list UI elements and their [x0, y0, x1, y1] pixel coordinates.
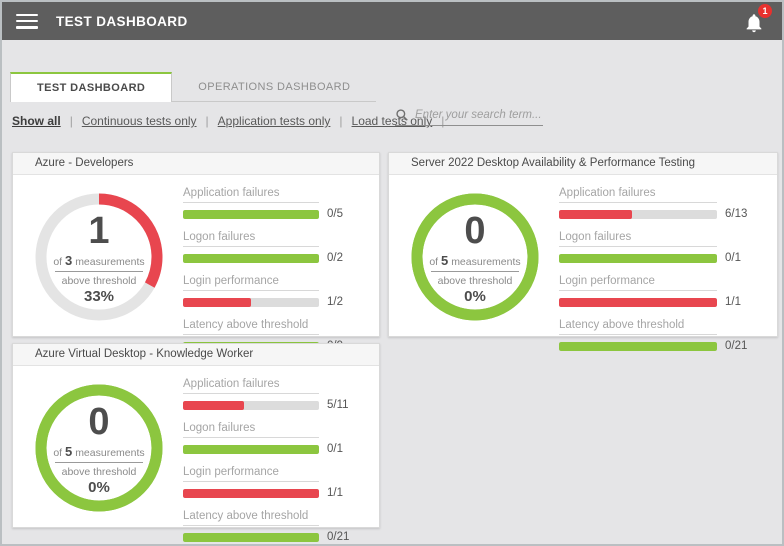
search-icon [395, 108, 409, 122]
notifications-button[interactable]: 1 [742, 8, 768, 34]
metric-bar [183, 298, 319, 307]
metric-bar [559, 298, 717, 307]
metric-application-failures: Application failures 6/13 [559, 187, 763, 220]
card-title: Azure Virtual Desktop - Knowledge Worker [13, 344, 379, 366]
metric-application-failures: Application failures 5/11 [183, 378, 365, 411]
filter-separator: | [70, 114, 73, 128]
metric-login-performance: Login performance 1/2 [183, 275, 365, 308]
card-title: Azure - Developers [13, 153, 379, 175]
divider [431, 271, 519, 272]
measurements-total-line: of 5 measurements [53, 444, 144, 459]
metrics-list: Application failures 0/5 Logon failures … [183, 185, 365, 352]
above-threshold-label: above threshold [62, 275, 137, 287]
app-window: TEST DASHBOARD 1 TEST DASHBOARD OPERATIO… [0, 0, 784, 546]
measurements-above-count: 0 [88, 403, 109, 441]
card-server-2022[interactable]: Server 2022 Desktop Availability & Perfo… [388, 152, 778, 337]
metric-bar [183, 254, 319, 263]
measurements-above-count: 1 [88, 212, 109, 250]
donut-chart: 0 of 5 measurements above threshold 0% [33, 382, 165, 514]
above-threshold-label: above threshold [62, 466, 137, 478]
card-avd-knowledge-worker[interactable]: Azure Virtual Desktop - Knowledge Worker… [12, 343, 380, 528]
hamburger-menu-icon[interactable] [16, 14, 38, 29]
above-threshold-label: above threshold [438, 275, 513, 287]
metric-latency-above-threshold: Latency above threshold 0/21 [183, 510, 365, 543]
search-input[interactable] [415, 109, 543, 121]
metric-bar [183, 533, 319, 542]
notification-badge: 1 [758, 4, 772, 18]
card-title: Server 2022 Desktop Availability & Perfo… [389, 153, 777, 175]
above-threshold-percent: 33% [84, 288, 114, 305]
app-title: TEST DASHBOARD [56, 14, 188, 29]
metric-login-performance: Login performance 1/1 [559, 275, 763, 308]
metric-application-failures: Application failures 0/5 [183, 187, 365, 220]
metric-logon-failures: Logon failures 0/1 [559, 231, 763, 264]
metric-bar [183, 210, 319, 219]
divider [55, 271, 143, 272]
metrics-list: Application failures 5/11 Logon failures… [183, 376, 365, 543]
metric-bar [183, 445, 319, 454]
measurements-above-count: 0 [464, 212, 485, 250]
filter-application-tests[interactable]: Application tests only [218, 114, 331, 128]
metric-bar [559, 254, 717, 263]
metric-bar [183, 489, 319, 498]
dashboard-tabs: TEST DASHBOARD OPERATIONS DASHBOARD [10, 72, 376, 102]
metric-bar [559, 342, 717, 351]
above-threshold-percent: 0% [88, 479, 110, 496]
measurements-total-line: of 5 measurements [429, 253, 520, 268]
donut-chart: 1 of 3 measurements above threshold 33% [33, 191, 165, 323]
metric-logon-failures: Logon failures 0/2 [183, 231, 365, 264]
card-azure-developers[interactable]: Azure - Developers 1 of 3 measurements a… [12, 152, 380, 337]
metrics-list: Application failures 6/13 Logon failures… [559, 185, 763, 352]
measurements-total-line: of 3 measurements [53, 253, 144, 268]
filter-continuous-tests[interactable]: Continuous tests only [82, 114, 197, 128]
divider [55, 462, 143, 463]
filter-separator: | [339, 114, 342, 128]
metric-login-performance: Login performance 1/1 [183, 466, 365, 499]
top-bar: TEST DASHBOARD 1 [2, 2, 782, 40]
above-threshold-percent: 0% [464, 288, 486, 305]
tab-test-dashboard[interactable]: TEST DASHBOARD [10, 72, 172, 102]
metric-bar [183, 401, 319, 410]
metric-latency-above-threshold: Latency above threshold 0/21 [559, 319, 763, 352]
metric-logon-failures: Logon failures 0/1 [183, 422, 365, 455]
tab-operations-dashboard[interactable]: OPERATIONS DASHBOARD [172, 72, 376, 102]
filter-show-all[interactable]: Show all [12, 114, 61, 128]
metric-bar [559, 210, 717, 219]
donut-chart: 0 of 5 measurements above threshold 0% [409, 191, 541, 323]
filter-separator: | [206, 114, 209, 128]
search-box [395, 108, 543, 126]
filter-links: Show all | Continuous tests only | Appli… [12, 114, 453, 128]
